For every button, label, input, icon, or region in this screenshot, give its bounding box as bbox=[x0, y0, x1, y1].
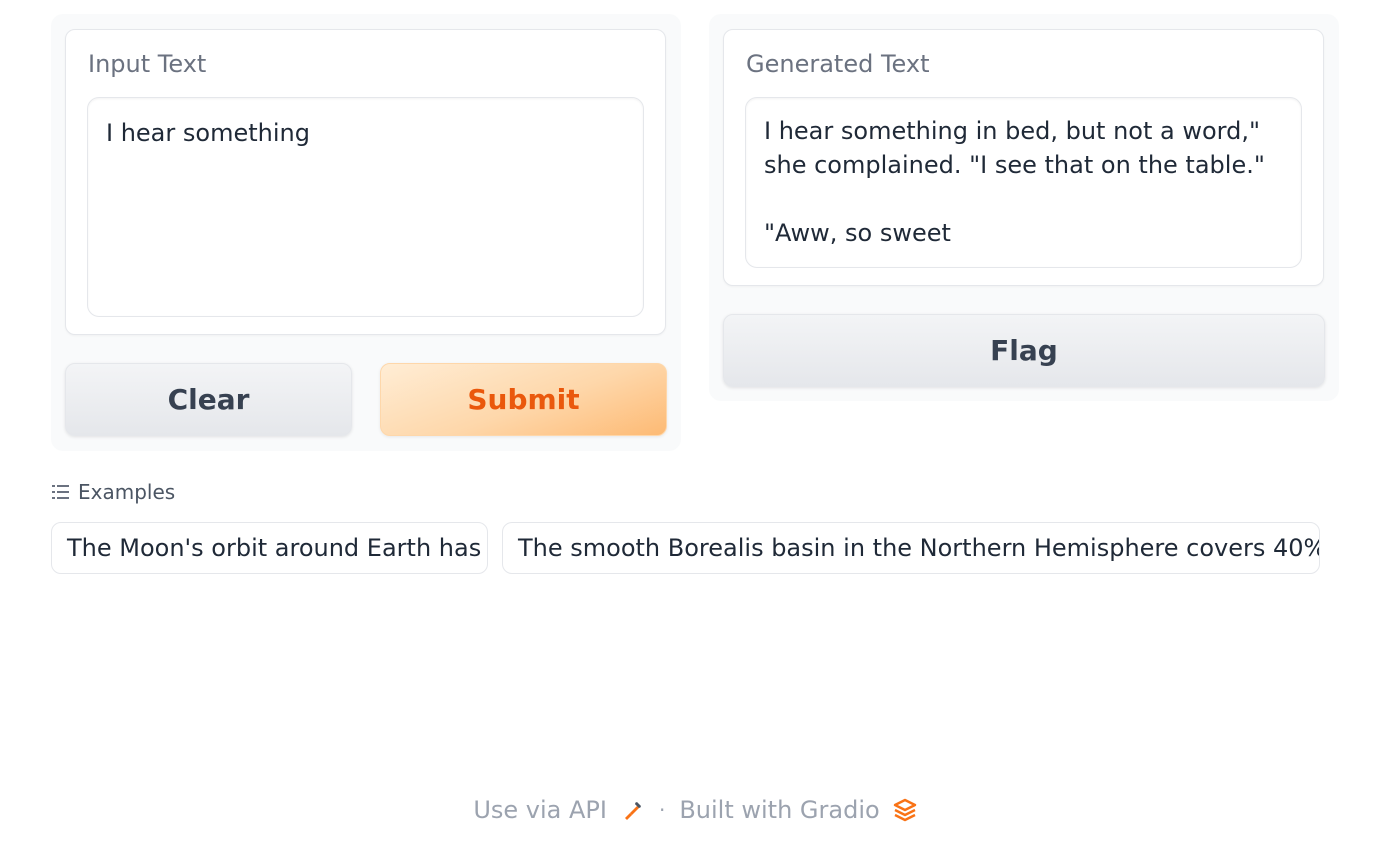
input-text-block: Input Text I hear something bbox=[65, 29, 666, 335]
input-panel: Input Text I hear something Clear Submit bbox=[51, 14, 681, 451]
clear-button[interactable]: Clear bbox=[65, 363, 352, 436]
generated-textarea[interactable]: I hear something in bed, but not a word,… bbox=[745, 97, 1302, 268]
generated-text-block: Generated Text I hear something in bed, … bbox=[723, 29, 1324, 286]
rocket-icon bbox=[621, 798, 645, 822]
input-textarea[interactable]: I hear something bbox=[87, 97, 644, 317]
input-text-label: Input Text bbox=[88, 50, 207, 78]
use-via-api-link[interactable]: Use via API bbox=[473, 796, 645, 824]
generated-text-label: Generated Text bbox=[746, 50, 930, 78]
built-with-gradio-link[interactable]: Built with Gradio bbox=[679, 796, 917, 824]
use-via-api-label: Use via API bbox=[473, 796, 607, 824]
gradio-logo-icon bbox=[892, 797, 918, 823]
flag-button[interactable]: Flag bbox=[723, 314, 1325, 387]
footer: Use via API · Built with Gradio bbox=[0, 796, 1391, 824]
footer-separator: · bbox=[658, 798, 666, 822]
examples-label: Examples bbox=[78, 480, 176, 504]
examples-header: Examples bbox=[52, 480, 175, 504]
example-item[interactable]: The Moon's orbit around Earth has bbox=[51, 522, 488, 574]
list-icon bbox=[52, 484, 70, 500]
built-with-gradio-label: Built with Gradio bbox=[679, 796, 880, 824]
example-item[interactable]: The smooth Borealis basin in the Norther… bbox=[502, 522, 1320, 574]
submit-button[interactable]: Submit bbox=[380, 363, 667, 436]
output-panel: Generated Text I hear something in bed, … bbox=[709, 14, 1339, 401]
